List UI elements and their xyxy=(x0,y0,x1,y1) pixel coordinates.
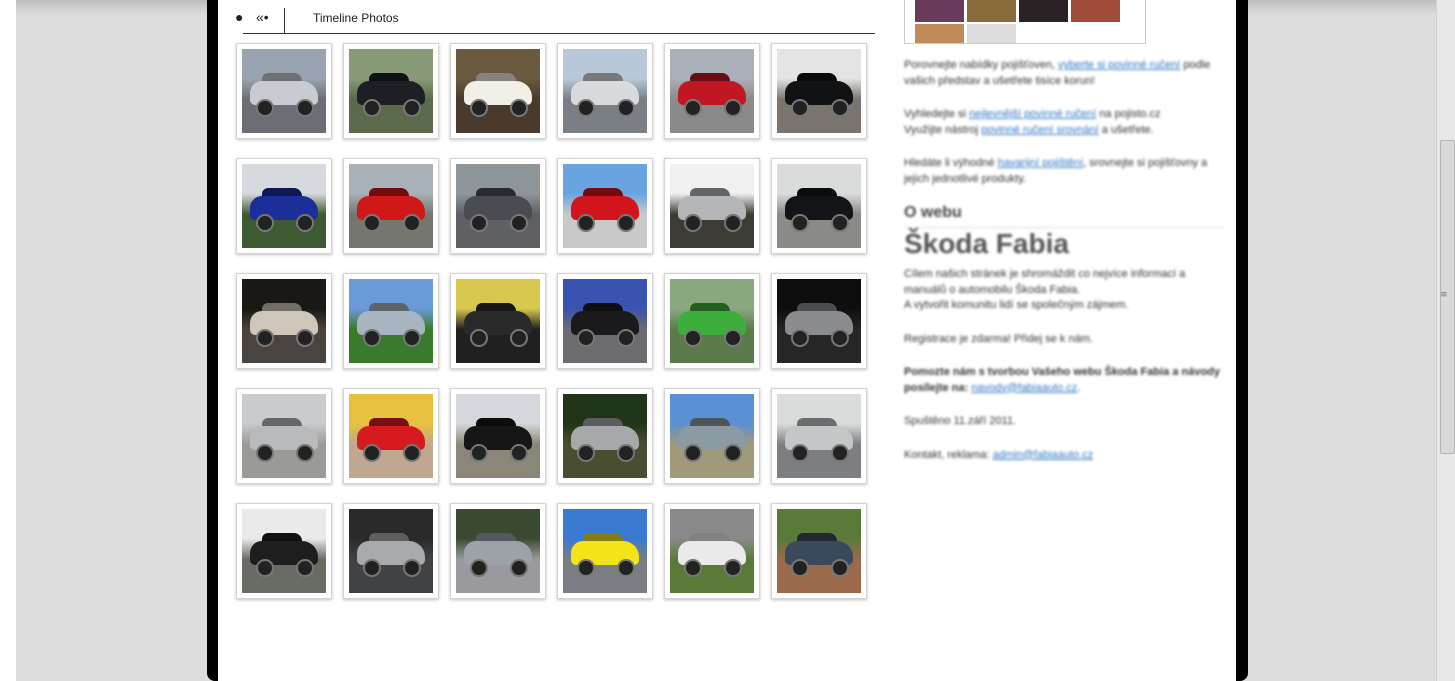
bullet-icon: ● xyxy=(235,9,244,25)
timeline-photo[interactable] xyxy=(343,158,439,254)
timeline-nav-button[interactable]: «• xyxy=(256,8,285,33)
collage-thumb xyxy=(1071,0,1120,22)
car-photo-image xyxy=(349,279,433,363)
page-content: ● «• Timeline Photos Porovnejte nabídky … xyxy=(218,0,1236,681)
car-photo-image xyxy=(349,164,433,248)
photo-collage[interactable] xyxy=(904,0,1146,44)
car-photo-image xyxy=(670,394,754,478)
timeline-photo[interactable] xyxy=(664,158,760,254)
timeline-photo[interactable] xyxy=(557,43,653,139)
car-photo-image xyxy=(670,49,754,133)
timeline-photo[interactable] xyxy=(450,158,546,254)
timeline-photo[interactable] xyxy=(771,43,867,139)
car-photo-image xyxy=(563,279,647,363)
timeline-photo[interactable] xyxy=(771,388,867,484)
timeline-photo[interactable] xyxy=(664,503,760,599)
timeline-photo[interactable] xyxy=(450,273,546,369)
car-photo-image xyxy=(670,279,754,363)
car-photo-image xyxy=(777,509,861,593)
car-photo-image xyxy=(242,279,326,363)
timeline-photo[interactable] xyxy=(557,273,653,369)
car-photo-image xyxy=(242,509,326,593)
link-navody-email[interactable]: navody@fabiaauto.cz xyxy=(971,382,1077,394)
car-photo-image xyxy=(563,509,647,593)
sidebar-paragraph: Hledáte li výhodné havarijní pojištění, … xyxy=(904,157,1208,185)
link-srovnani[interactable]: povinné ručení srovnání xyxy=(981,124,1098,136)
collage-thumb xyxy=(915,24,964,43)
collage-thumb xyxy=(967,0,1016,22)
car-photo-image xyxy=(777,394,861,478)
link-nejlevnejsi[interactable]: nejlevnější povinné ručení xyxy=(969,108,1096,120)
timeline-title: Timeline Photos xyxy=(313,11,399,25)
collage-thumb xyxy=(967,24,1016,43)
timeline-photo[interactable] xyxy=(343,503,439,599)
car-photo-image xyxy=(563,394,647,478)
sidebar-paragraph: Cílem našich stránek je shromáždit co ne… xyxy=(904,268,1186,311)
sidebar-paragraph: Registrace je zdarma! Přidej se k nám. xyxy=(904,332,1093,345)
timeline-photo[interactable] xyxy=(236,388,332,484)
sidebar: Porovnejte nabídky pojišťoven, vyberte s… xyxy=(904,58,1224,481)
timeline-photo[interactable] xyxy=(664,388,760,484)
timeline-header: ● «• Timeline Photos xyxy=(235,0,875,34)
car-photo-image xyxy=(777,164,861,248)
car-photo-image xyxy=(242,394,326,478)
timeline-photo[interactable] xyxy=(236,158,332,254)
timeline-photo[interactable] xyxy=(236,273,332,369)
timeline-photo[interactable] xyxy=(771,158,867,254)
timeline-photo[interactable] xyxy=(664,43,760,139)
car-photo-image xyxy=(456,49,540,133)
timeline-photo[interactable] xyxy=(664,273,760,369)
timeline-photo[interactable] xyxy=(343,43,439,139)
timeline-photo[interactable] xyxy=(771,273,867,369)
collage-thumb xyxy=(915,0,964,22)
car-photo-image xyxy=(563,164,647,248)
timeline-photo[interactable] xyxy=(771,503,867,599)
sidebar-paragraph: Vyhledejte si nejlevnější povinné ručení… xyxy=(904,108,1161,136)
timeline-photo[interactable] xyxy=(236,43,332,139)
about-heading: O webu xyxy=(904,205,1224,228)
timeline-photo[interactable] xyxy=(236,503,332,599)
car-photo-image xyxy=(349,394,433,478)
car-photo-image xyxy=(456,164,540,248)
site-title: Škoda Fabia xyxy=(904,227,1069,259)
car-photo-image xyxy=(777,279,861,363)
timeline-photo[interactable] xyxy=(557,503,653,599)
timeline-photo[interactable] xyxy=(450,503,546,599)
car-photo-image xyxy=(777,49,861,133)
car-photo-image xyxy=(456,509,540,593)
car-photo-image xyxy=(456,394,540,478)
sidebar-paragraph: Spuštěno 11.září 2011. xyxy=(904,415,1017,427)
car-photo-image xyxy=(563,49,647,133)
car-photo-image xyxy=(456,279,540,363)
sidebar-paragraph: Kontakt, reklama: admin@fabiaauto.cz xyxy=(904,448,1094,461)
car-photo-image xyxy=(349,509,433,593)
scrollbar[interactable]: ≡ xyxy=(1436,0,1455,681)
timeline-photo[interactable] xyxy=(450,388,546,484)
left-gutter xyxy=(0,0,16,681)
scrollbar-grip-icon: ≡ xyxy=(1440,290,1448,300)
timeline-photo[interactable] xyxy=(557,158,653,254)
collage-thumb xyxy=(1019,0,1068,22)
link-povinne-ruceni[interactable]: vyberte si povinné ručení xyxy=(1058,59,1180,71)
link-admin-email[interactable]: admin@fabiaauto.cz xyxy=(993,449,1093,461)
sidebar-paragraph: Pomozte nám s tvorbou Vašeho webu Škoda … xyxy=(904,366,1221,394)
car-photo-image xyxy=(670,509,754,593)
timeline-photo[interactable] xyxy=(557,388,653,484)
car-photo-image xyxy=(242,164,326,248)
timeline-photo[interactable] xyxy=(343,388,439,484)
timeline-photo[interactable] xyxy=(343,273,439,369)
link-havarijni[interactable]: havarijní pojištění xyxy=(998,157,1084,169)
sidebar-paragraph: Porovnejte nabídky pojišťoven, vyberte s… xyxy=(904,59,1211,87)
car-photo-image xyxy=(670,164,754,248)
car-photo-image xyxy=(349,49,433,133)
car-photo-image xyxy=(242,49,326,133)
timeline-photo[interactable] xyxy=(450,43,546,139)
